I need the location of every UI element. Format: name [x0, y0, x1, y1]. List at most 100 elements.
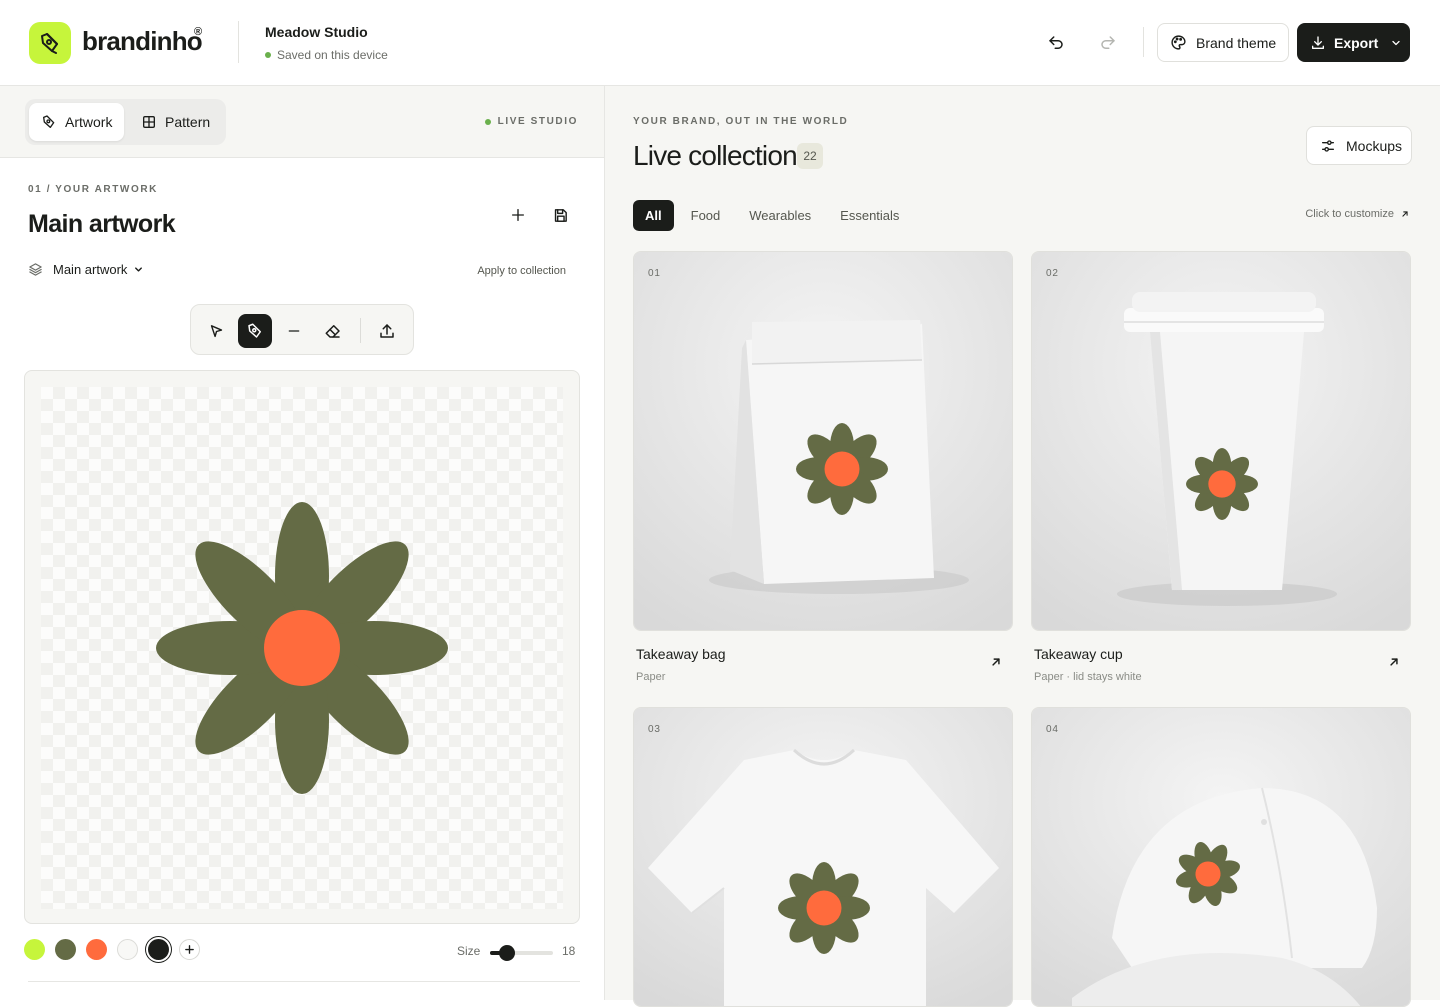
editor-panel: Artwork Pattern LIVE STUDIO 01 / YOUR AR… — [0, 86, 605, 1000]
mockup-card-cup[interactable]: 02 — [1031, 251, 1411, 631]
filter-wearables[interactable]: Wearables — [737, 200, 823, 231]
card-number: 02 — [1046, 268, 1059, 279]
toolbar-divider — [360, 318, 361, 343]
save-status-text: Saved on this device — [277, 48, 388, 62]
takeaway-cup-image — [1032, 252, 1410, 630]
arrow-up-right-icon — [992, 658, 1000, 666]
brush-size-label: Size — [457, 944, 481, 958]
apply-to-collection-link[interactable]: Apply to collection — [477, 265, 566, 277]
add-artwork-button[interactable] — [503, 200, 533, 230]
sliders-icon — [1322, 139, 1334, 152]
download-icon — [1312, 35, 1324, 49]
eraser-icon — [325, 325, 340, 338]
upload-tool[interactable] — [370, 314, 404, 348]
select-tool[interactable] — [199, 314, 233, 348]
tab-artwork-label: Artwork — [65, 114, 113, 130]
card-number: 01 — [648, 268, 661, 279]
customize-hint: Click to customize — [1305, 208, 1410, 220]
upload-icon — [380, 324, 394, 338]
registered-mark: ® — [194, 26, 203, 38]
slider-handle[interactable] — [499, 945, 516, 961]
filter-essentials[interactable]: Essentials — [828, 200, 911, 231]
mockups-label: Mockups — [1346, 137, 1403, 154]
collection-title: Live collection — [633, 140, 798, 171]
brand-logo-icon[interactable] — [29, 22, 71, 64]
save-status: Saved on this device — [265, 48, 388, 62]
mockups-button[interactable]: Mockups — [1306, 126, 1412, 165]
tab-pattern[interactable]: Pattern — [129, 103, 222, 141]
card-subtitle: Paper · lid stays white — [1034, 671, 1142, 683]
takeaway-bag-image — [634, 252, 1012, 630]
pen-tool[interactable] — [238, 314, 272, 348]
open-card-bag-button[interactable] — [989, 655, 1005, 671]
collection-panel: YOUR BRAND, OUT IN THE WORLD Live collec… — [605, 86, 1440, 1007]
line-icon — [288, 330, 300, 332]
layer-select-value: Main artwork — [53, 262, 128, 277]
add-color-button[interactable] — [179, 939, 200, 960]
brush-size-value: 18 — [562, 944, 576, 958]
tab-artwork[interactable]: Artwork — [29, 103, 125, 141]
export-label: Export — [1334, 34, 1379, 51]
app-header: brandinho ® Meadow Studio Saved on this … — [0, 0, 1440, 86]
chevron-down-icon — [135, 267, 143, 272]
mockup-card-bag[interactable]: 01 — [633, 251, 1013, 631]
flower-artwork — [156, 502, 448, 794]
undo-button[interactable] — [1040, 27, 1072, 59]
color-swatch-white[interactable] — [117, 939, 138, 960]
color-palette — [24, 939, 200, 960]
layers-icon — [29, 263, 42, 276]
live-studio-badge: LIVE STUDIO — [484, 116, 578, 127]
line-tool[interactable] — [277, 314, 311, 348]
open-card-cup-button[interactable] — [1387, 655, 1403, 671]
section-divider — [28, 981, 580, 982]
mockup-card-tshirt[interactable]: 03 — [633, 707, 1013, 1007]
export-button[interactable]: Export — [1297, 23, 1410, 62]
undo-icon — [1049, 36, 1063, 49]
artwork-canvas[interactable] — [41, 387, 563, 909]
tshirt-image — [634, 708, 1012, 1006]
pen-icon — [248, 323, 261, 338]
header-divider — [1143, 27, 1144, 57]
status-dot-icon — [265, 52, 271, 58]
save-artwork-button[interactable] — [545, 200, 575, 230]
drawing-toolbar — [190, 304, 414, 355]
mode-switcher: Artwork Pattern — [25, 99, 226, 145]
arrow-up-right-icon — [1390, 658, 1398, 666]
brand-wordmark: brandinho — [82, 26, 203, 56]
brush-size-slider[interactable] — [490, 945, 553, 961]
collection-eyebrow: YOUR BRAND, OUT IN THE WORLD — [633, 116, 849, 127]
eraser-tool[interactable] — [316, 314, 350, 348]
live-dot-icon — [484, 118, 491, 125]
collection-filters: All Food Wearables Essentials — [633, 200, 916, 231]
color-swatch-olive[interactable] — [55, 939, 76, 960]
pen-tool-icon — [43, 115, 55, 128]
header-divider — [238, 21, 239, 63]
project-name[interactable]: Meadow Studio — [265, 24, 368, 40]
color-swatch-lime[interactable] — [24, 939, 45, 960]
customize-hint-text: Click to customize — [1305, 208, 1394, 220]
card-number: 03 — [648, 724, 661, 735]
color-swatch-orange[interactable] — [86, 939, 107, 960]
brand-theme-button[interactable]: Brand theme — [1157, 23, 1289, 62]
layer-select[interactable]: Main artwork — [28, 262, 144, 277]
redo-button[interactable] — [1092, 27, 1124, 59]
redo-icon — [1101, 36, 1115, 49]
filter-all[interactable]: All — [633, 200, 674, 231]
mockup-card-cap[interactable]: 04 — [1031, 707, 1411, 1007]
artwork-canvas-frame — [24, 370, 580, 924]
collection-count-badge: 22 — [797, 143, 823, 169]
card-subtitle: Paper — [636, 671, 666, 683]
editor-mode-bar: Artwork Pattern LIVE STUDIO — [0, 86, 604, 158]
tab-pattern-label: Pattern — [165, 114, 211, 130]
chevron-down-icon — [1392, 40, 1400, 45]
color-swatch-black[interactable] — [148, 939, 169, 960]
card-title: Takeaway cup — [1034, 646, 1123, 662]
arrow-up-right-icon — [1402, 211, 1408, 217]
cap-image — [1032, 708, 1410, 1006]
card-number: 04 — [1046, 724, 1059, 735]
select-icon — [210, 324, 222, 337]
plus-icon — [185, 945, 194, 954]
filter-food[interactable]: Food — [679, 200, 733, 231]
live-studio-label: LIVE STUDIO — [497, 116, 578, 127]
card-title: Takeaway bag — [636, 646, 726, 662]
